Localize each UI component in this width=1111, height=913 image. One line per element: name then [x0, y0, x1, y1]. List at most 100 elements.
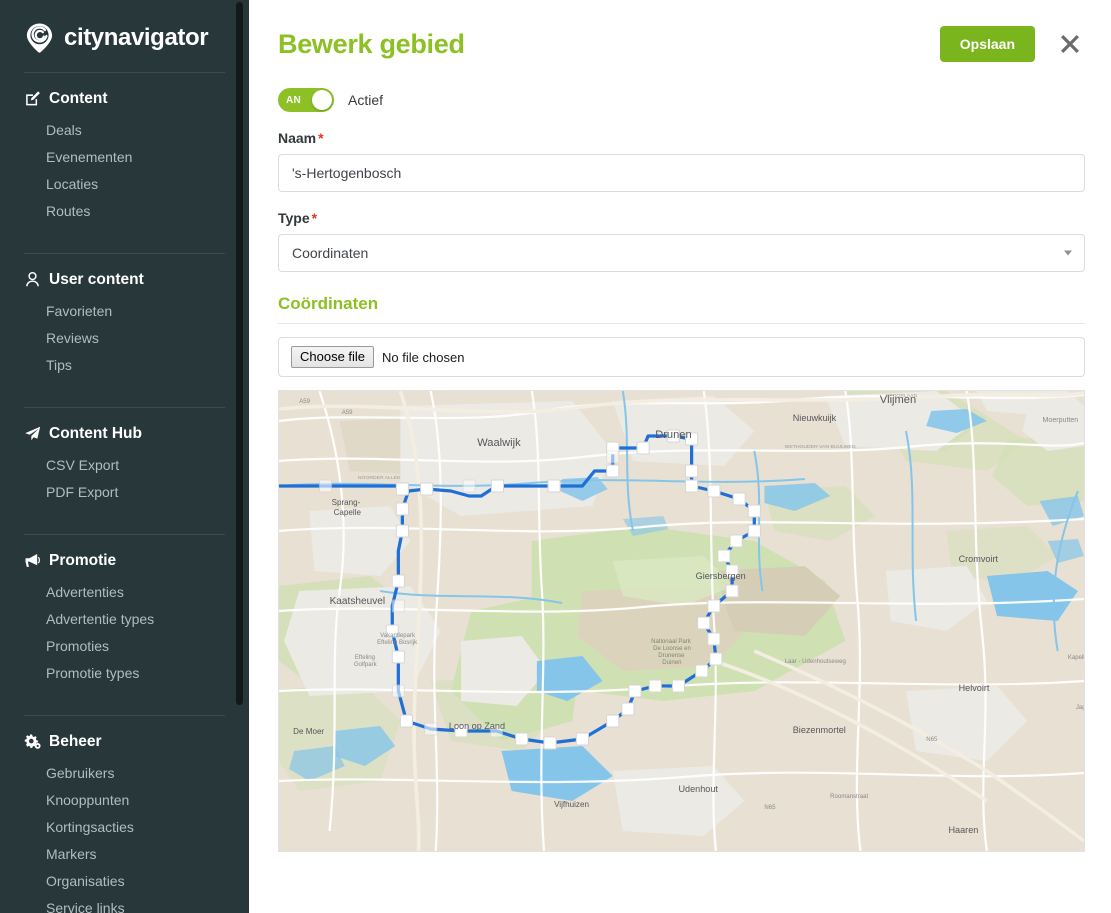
sidebar-group-title: User content [49, 270, 144, 288]
brand[interactable]: citynavigator [24, 0, 225, 58]
map-label: Vijfhuizen [554, 800, 589, 809]
sidebar-item-promotie-types[interactable]: Promotie types [24, 660, 225, 687]
section-divider [278, 323, 1085, 324]
sidebar-item-organisaties[interactable]: Organisaties [24, 868, 225, 895]
sidebar-item-csv-export[interactable]: CSV Export [24, 452, 225, 479]
map-label: Capelle [334, 508, 362, 517]
sidebar-item-markers[interactable]: Markers [24, 841, 225, 868]
map-label: NOORDER ALLEE [358, 475, 401, 481]
map-label: De Loonse en [653, 646, 691, 652]
map-label: Giersbergen [696, 571, 746, 581]
page-header: Bewerk gebied Opslaan [278, 0, 1085, 84]
map-label: Loon op Zand [449, 721, 505, 731]
app-root: citynavigator Content Deals Evenementen [0, 0, 1111, 913]
map-label: Duinen [662, 660, 681, 666]
sidebar-item-promoties[interactable]: Promoties [24, 633, 225, 660]
sidebar-item-deals[interactable]: Deals [24, 117, 225, 144]
sidebar-item-advertentie-types[interactable]: Advertentie types [24, 606, 225, 633]
main-content: Bewerk gebied Opslaan AN Actief Naam * '… [249, 0, 1111, 913]
map-label: Efteling [355, 655, 375, 661]
map-label: Cromvoirt [959, 554, 999, 564]
map-label: De Moer [293, 727, 324, 736]
page-title: Bewerk gebied [278, 28, 465, 59]
edit-square-icon [24, 90, 41, 107]
sidebar-item-kortingsacties[interactable]: Kortingsacties [24, 814, 225, 841]
map-pin-c-logo-icon [24, 22, 55, 53]
sidebar-group-header-user-content: User content [24, 271, 225, 288]
sidebar-group-title: Promotie [49, 551, 117, 569]
sidebar-item-gebruikers[interactable]: Gebruikers [24, 760, 225, 787]
sidebar-item-evenementen[interactable]: Evenementen [24, 144, 225, 171]
active-toggle-caption: Actief [348, 92, 384, 108]
map-label: Efteling Bosrijk [377, 640, 418, 646]
type-label-text: Type [278, 210, 310, 226]
type-select[interactable] [278, 234, 1085, 272]
sidebar-group-content: Content Deals Evenementen Locaties Route… [24, 73, 225, 239]
map-canvas[interactable]: Waalwijk Drunen Vlijmen Nieuwkuijk Cromv… [279, 391, 1084, 851]
sidebar-group-title: Beheer [49, 732, 102, 750]
sidebar-group-header-content: Content [24, 90, 225, 107]
header-actions: Opslaan [939, 26, 1085, 62]
naam-field: Naam * [278, 130, 1085, 192]
close-button[interactable] [1055, 29, 1085, 59]
naam-input[interactable] [278, 154, 1085, 192]
sidebar-group-title: Content Hub [49, 424, 142, 442]
map-label: N65 [926, 737, 938, 743]
sidebar-item-service-links[interactable]: Service links [24, 895, 225, 913]
active-toggle-knob [312, 90, 332, 110]
map-label: A59 [342, 410, 353, 416]
sidebar-item-favorieten[interactable]: Favorieten [24, 298, 225, 325]
sidebar-group-header-promotie: Promotie [24, 552, 225, 569]
sidebar-item-reviews[interactable]: Reviews [24, 325, 225, 352]
map-label: Golfpark [354, 662, 378, 668]
map-label: Kaatsheuvel [330, 596, 386, 607]
map-label: Biezenmortel [793, 725, 846, 735]
type-required-marker: * [311, 210, 318, 226]
map-label: Haaren [948, 825, 978, 835]
map-label: Udenhout [678, 784, 718, 794]
megaphone-icon [24, 552, 41, 569]
active-toggle[interactable]: AN [278, 88, 334, 112]
map-label: Laar - Udenhoutseweg [785, 659, 846, 665]
map-label: WETHOUDER VAN BUULWEG [785, 444, 856, 450]
map-label: Sprang- [332, 498, 361, 507]
map-label: SPOORLAAN [886, 393, 918, 399]
map-label: Drunen [655, 429, 691, 441]
active-toggle-state-label: AN [286, 94, 302, 106]
coordinaten-map[interactable]: Waalwijk Drunen Vlijmen Nieuwkuijk Cromv… [278, 390, 1085, 852]
sidebar-item-routes[interactable]: Routes [24, 198, 225, 225]
active-toggle-row: AN Actief [278, 88, 1085, 112]
map-label: Waalwijk [477, 437, 521, 449]
sidebar-item-advertenties[interactable]: Advertenties [24, 579, 225, 606]
sidebar-group-title: Content [49, 89, 108, 107]
sidebar-item-knooppunten[interactable]: Knooppunten [24, 787, 225, 814]
sidebar-item-tips[interactable]: Tips [24, 352, 225, 379]
type-field: Type * [278, 210, 1085, 272]
type-select-wrapper [278, 234, 1085, 272]
map-label: Drunense [658, 653, 685, 659]
map-label: A59 [299, 399, 310, 405]
naam-label-text: Naam [278, 130, 317, 146]
sidebar-scrollbar-thumb[interactable] [236, 2, 243, 705]
map-label: Kapell [1068, 655, 1084, 661]
map-label: N65 [764, 805, 776, 811]
choose-file-button[interactable]: Choose file [291, 345, 375, 369]
naam-label: Naam * [278, 130, 1085, 146]
coordinaten-file-field[interactable]: Choose file No file chosen [278, 337, 1085, 377]
sidebar-group-beheer: Beheer Gebruikers Knooppunten Kortingsac… [24, 716, 225, 913]
sidebar-content: citynavigator Content Deals Evenementen [0, 0, 249, 913]
file-status-text: No file chosen [382, 349, 465, 365]
sidebar-scrollbar[interactable] [236, 0, 243, 913]
map-label: Moerputten [1043, 417, 1079, 424]
sidebar-group-user-content: User content Favorieten Reviews Tips [24, 254, 225, 393]
map-label: Jagershu [1076, 705, 1084, 711]
save-button[interactable]: Opslaan [939, 26, 1035, 62]
map-label: Vakantiepark [380, 633, 416, 639]
map-label: Helvoirt [959, 683, 990, 693]
sidebar-item-pdf-export[interactable]: PDF Export [24, 479, 225, 506]
type-label: Type * [278, 210, 1085, 226]
sidebar-group-promotie: Promotie Advertenties Advertentie types … [24, 535, 225, 701]
sidebar-group-header-beheer: Beheer [24, 733, 225, 750]
sidebar-item-locaties[interactable]: Locaties [24, 171, 225, 198]
gears-icon [24, 733, 41, 750]
